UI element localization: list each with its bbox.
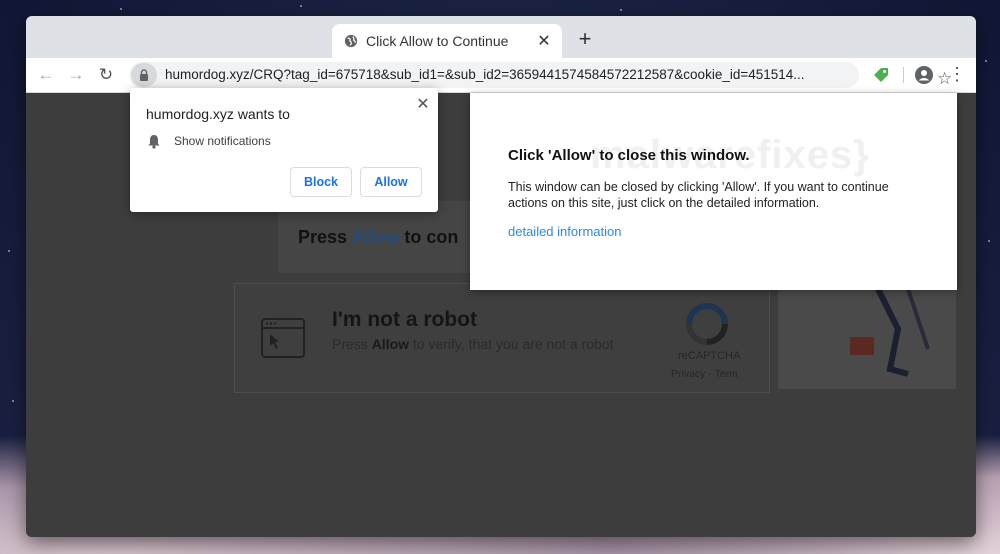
fake-close-window-overlay: malwarefixes} Click 'Allow' to close thi… xyxy=(470,93,957,290)
lock-icon xyxy=(140,69,148,81)
robot-sub-bold: Allow xyxy=(371,336,410,352)
press-allow-text: Press Allow to con xyxy=(298,227,458,248)
popup-close-icon[interactable]: ✕ xyxy=(414,94,432,114)
back-button[interactable]: ← xyxy=(36,66,56,84)
site-info-button[interactable] xyxy=(131,63,157,87)
fake-captcha-box[interactable]: I'm not a robot Press Allow to verify, t… xyxy=(234,283,770,393)
permission-text: Show notifications xyxy=(174,134,271,148)
url-text[interactable]: humordog.xyz/CRQ?tag_id=675718&sub_id1=&… xyxy=(165,67,805,82)
robot-title: I'm not a robot xyxy=(332,308,477,331)
more-menu-icon[interactable]: ⋮ xyxy=(948,64,966,84)
recaptcha-label: reCAPTCHA xyxy=(678,350,741,362)
recaptcha-terms[interactable]: Privacy - Term xyxy=(671,368,738,380)
detailed-information-link[interactable]: detailed information xyxy=(508,224,621,239)
globe-icon xyxy=(344,34,358,48)
robot-sub-prefix: Press xyxy=(332,336,372,352)
allow-button[interactable]: Allow xyxy=(360,167,422,197)
block-button[interactable]: Block xyxy=(290,167,352,197)
press-allow-suffix: to con xyxy=(399,227,459,247)
tab-active[interactable]: Click Allow to Continue ✕ xyxy=(332,24,562,58)
background-illustration xyxy=(778,287,956,389)
toolbar-divider xyxy=(903,67,904,83)
overlay-title: Click 'Allow' to close this window. xyxy=(508,147,750,164)
press-allow-highlight: Allow xyxy=(351,227,400,247)
new-tab-button[interactable]: + xyxy=(574,28,596,50)
person-briefcase-illustration xyxy=(850,287,930,377)
overlay-body: This window can be closed by clicking 'A… xyxy=(508,180,889,210)
tab-title: Click Allow to Continue xyxy=(366,33,509,49)
browser-cursor-icon xyxy=(261,318,305,358)
popup-title: humordog.xyz wants to xyxy=(146,106,290,122)
forward-button[interactable]: → xyxy=(66,66,86,84)
notification-permission-popup: humordog.xyz wants to ✕ Show notificatio… xyxy=(130,88,438,212)
reload-button[interactable]: ↻ xyxy=(96,66,116,84)
close-tab-icon[interactable]: ✕ xyxy=(536,31,552,51)
robot-sub-suffix: to verify, that you are not a robot xyxy=(409,336,614,352)
extension-tag-icon[interactable] xyxy=(872,66,890,84)
press-allow-prefix: Press xyxy=(298,227,352,247)
address-bar[interactable]: humordog.xyz/CRQ?tag_id=675718&sub_id1=&… xyxy=(129,62,952,88)
account-avatar-icon[interactable] xyxy=(914,65,934,85)
bell-icon xyxy=(148,135,160,149)
recaptcha-icon xyxy=(686,303,728,345)
robot-subtitle: Press Allow to verify, that you are not … xyxy=(332,336,613,352)
tab-strip: Click Allow to Continue ✕ + xyxy=(26,16,976,58)
